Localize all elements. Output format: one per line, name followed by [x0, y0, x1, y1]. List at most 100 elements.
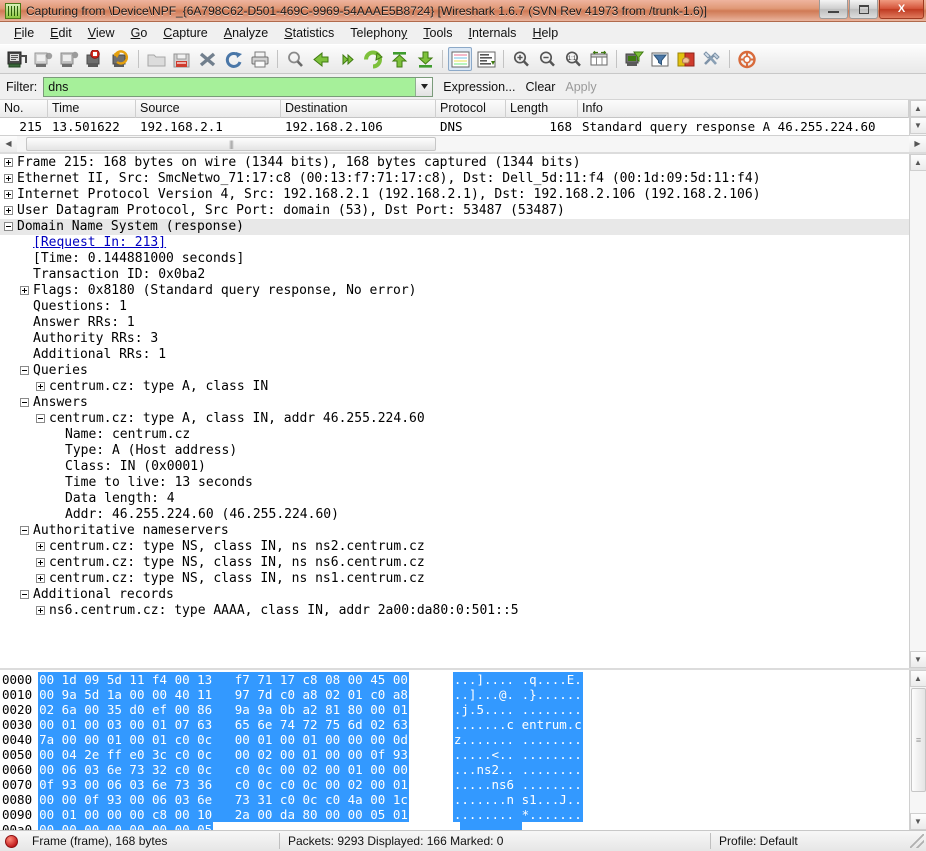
detail-tree-row[interactable]: Time to live: 13 seconds	[0, 475, 909, 491]
expand-icon[interactable]	[36, 558, 45, 567]
collapse-icon[interactable]	[20, 526, 29, 535]
detail-tree-row[interactable]: Name: centrum.cz	[0, 427, 909, 443]
menu-internals[interactable]: Internals	[460, 24, 524, 42]
detail-tree-row[interactable]: Additional records	[0, 587, 909, 603]
hex-bytes[interactable]: 00 04 2e ff e0 3c c0 0c 00 02 00 01 00 0…	[38, 747, 409, 762]
hex-ascii[interactable]: ...ns2.. ........	[452, 762, 583, 777]
find-packet-icon[interactable]	[283, 47, 307, 71]
expand-icon[interactable]	[4, 206, 13, 215]
expand-icon[interactable]	[4, 190, 13, 199]
packet-detail-vertical-scrollbar[interactable]: ▲ ▼	[909, 154, 926, 668]
filter-input[interactable]	[44, 77, 416, 96]
menu-analyze[interactable]: Analyze	[216, 24, 276, 42]
detail-tree-row[interactable]: [Request In: 213]	[0, 235, 909, 251]
menu-capture[interactable]: Capture	[155, 24, 215, 42]
auto-scroll-icon[interactable]	[474, 47, 498, 71]
detail-tree-link[interactable]: [Request In: 213]	[33, 235, 166, 251]
hex-ascii[interactable]: ..]...@. .}......	[452, 687, 583, 702]
packet-list-vertical-scrollbar[interactable]: ▲ ▼	[909, 100, 926, 135]
hex-ascii[interactable]: z....... ........	[452, 732, 583, 747]
hex-bytes[interactable]: 0f 93 00 06 03 6e 73 36 c0 0c c0 0c 00 0…	[38, 777, 409, 792]
packet-list-horizontal-scrollbar[interactable]: ◀ ||| ▶	[0, 135, 926, 152]
hex-dump-row[interactable]: 0080 00 00 0f 93 00 06 03 6e 73 31 c0 0c …	[2, 792, 909, 807]
menu-tools[interactable]: Tools	[415, 24, 460, 42]
detail-tree-row[interactable]: Frame 215: 168 bytes on wire (1344 bits)…	[0, 155, 909, 171]
menu-view[interactable]: View	[80, 24, 123, 42]
detail-tree-row[interactable]: [Time: 0.144881000 seconds]	[0, 251, 909, 267]
apply-button[interactable]: Apply	[565, 80, 596, 94]
column-header-destination[interactable]: Destination	[281, 99, 436, 118]
column-header-no[interactable]: No.	[0, 99, 48, 118]
detail-tree-row[interactable]: centrum.cz: type NS, class IN, ns ns1.ce…	[0, 571, 909, 587]
expression-button[interactable]: Expression...	[443, 80, 515, 94]
status-profile[interactable]: Profile: Default	[711, 831, 910, 851]
expand-icon[interactable]	[36, 574, 45, 583]
display-filters-icon[interactable]	[648, 47, 672, 71]
coloring-rules-icon[interactable]	[674, 47, 698, 71]
detail-tree-row[interactable]: Answers	[0, 395, 909, 411]
hscroll-thumb[interactable]: |||	[26, 137, 436, 151]
scroll-up-button[interactable]: ▲	[909, 154, 926, 171]
open-file-icon[interactable]	[144, 47, 168, 71]
menu-file[interactable]: File	[6, 24, 42, 42]
detail-tree-row[interactable]: Internet Protocol Version 4, Src: 192.16…	[0, 187, 909, 203]
hex-scroll-thumb[interactable]: ≡	[910, 688, 926, 792]
hex-ascii[interactable]: ........	[459, 822, 522, 830]
collapse-icon[interactable]	[36, 414, 45, 423]
hex-dump-row[interactable]: 0020 02 6a 00 35 d0 ef 00 86 9a 9a 0b a2 …	[2, 702, 909, 717]
collapse-icon[interactable]	[20, 398, 29, 407]
hex-ascii[interactable]: .....ns6 ........	[452, 777, 583, 792]
detail-tree-row[interactable]: Authority RRs: 3	[0, 331, 909, 347]
close-button[interactable]: X	[879, 0, 924, 19]
collapse-icon[interactable]	[4, 222, 13, 231]
expand-icon[interactable]	[20, 286, 29, 295]
hex-dump-row[interactable]: 0000 00 1d 09 5d 11 f4 00 13 f7 71 17 c8 …	[2, 672, 909, 687]
detail-tree-row[interactable]: Ethernet II, Src: SmcNetwo_71:17:c8 (00:…	[0, 171, 909, 187]
detail-tree-row[interactable]: Addr: 46.255.224.60 (46.255.224.60)	[0, 507, 909, 523]
menu-help[interactable]: Help	[524, 24, 566, 42]
close-file-icon[interactable]	[196, 47, 220, 71]
preferences-icon[interactable]	[700, 47, 724, 71]
detail-tree-row[interactable]: centrum.cz: type A, class IN, addr 46.25…	[0, 411, 909, 427]
hex-dump-row[interactable]: 0090 00 01 00 00 00 c8 00 10 2a 00 da 80 …	[2, 807, 909, 822]
hex-bytes[interactable]: 7a 00 00 01 00 01 c0 0c 00 01 00 01 00 0…	[38, 732, 409, 747]
hex-ascii[interactable]: .....<.. ........	[452, 747, 583, 762]
save-file-icon[interactable]	[170, 47, 194, 71]
expand-icon[interactable]	[4, 158, 13, 167]
expand-icon[interactable]	[36, 382, 45, 391]
capture-options-icon[interactable]	[31, 47, 55, 71]
detail-tree-row[interactable]: Data length: 4	[0, 491, 909, 507]
detail-tree-row[interactable]: centrum.cz: type A, class IN	[0, 379, 909, 395]
detail-tree-row[interactable]: Type: A (Host address)	[0, 443, 909, 459]
reload-icon[interactable]	[222, 47, 246, 71]
hex-dump-row[interactable]: 0070 0f 93 00 06 03 6e 73 36 c0 0c c0 0c …	[2, 777, 909, 792]
menu-edit[interactable]: Edit	[42, 24, 80, 42]
interfaces-icon[interactable]	[5, 47, 29, 71]
detail-tree-row[interactable]: Answer RRs: 1	[0, 315, 909, 331]
scroll-down-button[interactable]: ▼	[909, 117, 926, 134]
resize-columns-icon[interactable]	[587, 47, 611, 71]
hex-ascii[interactable]: .......c entrum.c	[452, 717, 583, 732]
hex-dump-row[interactable]: 0040 7a 00 00 01 00 01 c0 0c 00 01 00 01 …	[2, 732, 909, 747]
hex-ascii[interactable]: ........ *.......	[452, 807, 583, 822]
column-header-info[interactable]: Info	[578, 99, 909, 118]
scroll-up-button[interactable]: ▲	[909, 670, 926, 687]
hex-bytes[interactable]: 00 01 00 00 00 c8 00 10 2a 00 da 80 00 0…	[38, 807, 409, 822]
print-icon[interactable]	[248, 47, 272, 71]
expand-icon[interactable]	[4, 174, 13, 183]
filter-dropdown-arrow[interactable]	[415, 77, 433, 96]
column-header-time[interactable]: Time	[48, 99, 136, 118]
detail-tree-row[interactable]: Authoritative nameservers	[0, 523, 909, 539]
detail-tree-row[interactable]: centrum.cz: type NS, class IN, ns ns2.ce…	[0, 539, 909, 555]
go-first-packet-icon[interactable]	[387, 47, 411, 71]
hex-dump[interactable]: 0000 00 1d 09 5d 11 f4 00 13 f7 71 17 c8 …	[0, 670, 909, 830]
hex-ascii[interactable]: .j.5.... ........	[452, 702, 583, 717]
maximize-button[interactable]	[849, 0, 878, 19]
stop-capture-icon[interactable]	[83, 47, 107, 71]
hex-bytes[interactable]: 00 01 00 03 00 01 07 63 65 6e 74 72 75 6…	[38, 717, 409, 732]
detail-tree-row[interactable]: Queries	[0, 363, 909, 379]
column-header-length[interactable]: Length	[506, 99, 578, 118]
detail-tree-row[interactable]: ns6.centrum.cz: type AAAA, class IN, add…	[0, 603, 909, 619]
column-header-protocol[interactable]: Protocol	[436, 99, 506, 118]
zoom-out-icon[interactable]	[535, 47, 559, 71]
